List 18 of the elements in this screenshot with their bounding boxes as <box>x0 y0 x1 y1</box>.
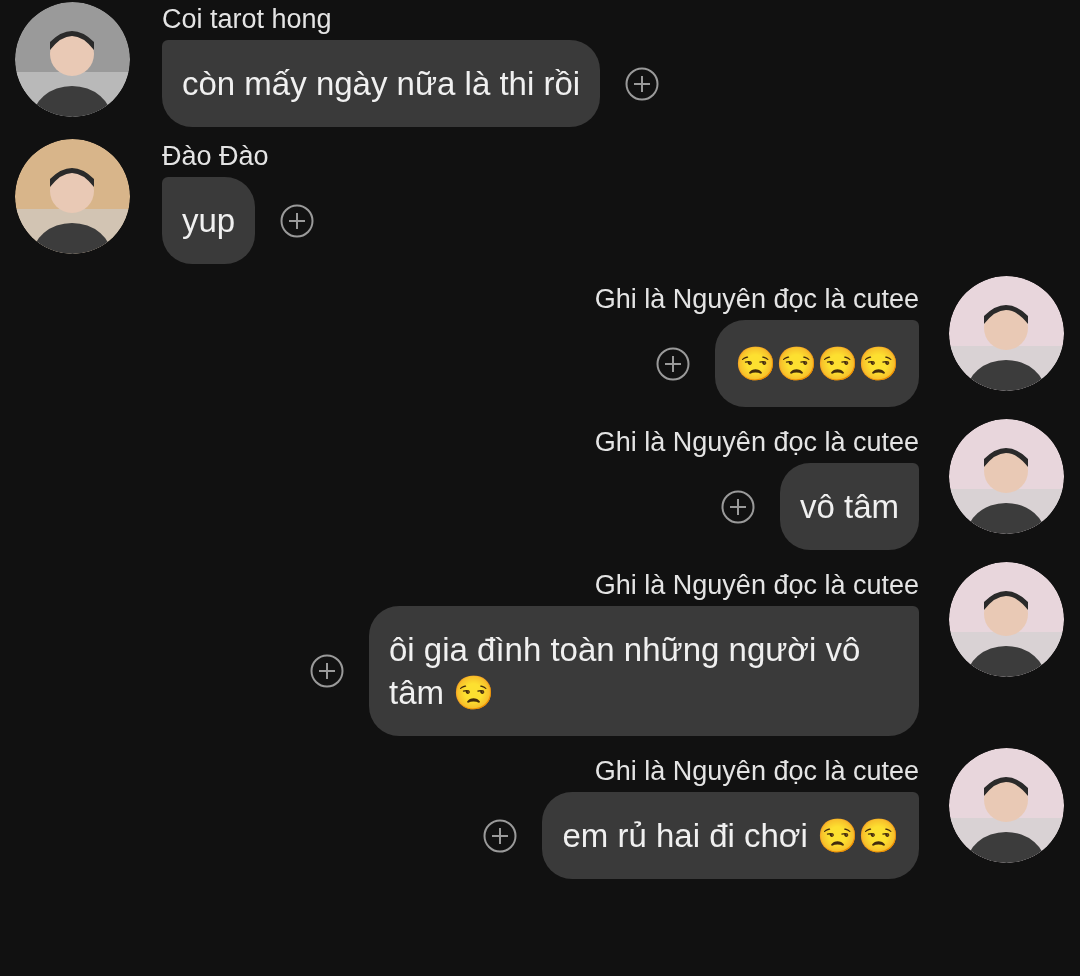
message-bubble: còn mấy ngày nữa là thi rồi <box>162 40 601 127</box>
sender-name: Đào Đào <box>162 140 269 173</box>
add-reaction-icon[interactable] <box>280 203 315 238</box>
message-bubble: em rủ hai đi chơi 😒😒 <box>542 792 919 879</box>
sender-name: Ghi là Nguyên đọc là cutee <box>594 755 919 788</box>
message-bubble: ôi gia đình toàn những người vô tâm 😒 <box>369 606 919 736</box>
add-reaction-icon[interactable] <box>625 66 660 101</box>
message-bubble: 😒😒😒😒 <box>715 320 919 407</box>
add-reaction-icon[interactable] <box>656 346 690 381</box>
sender-name: Ghi là Nguyên đọc là cutee <box>594 426 919 459</box>
add-reaction-icon[interactable] <box>483 818 518 853</box>
message-bubble: vô tâm <box>779 463 919 550</box>
sender-name: Ghi là Nguyên đọc là cutee <box>594 283 919 316</box>
sender-name: Ghi là Nguyên đọc là cutee <box>594 569 919 602</box>
add-reaction-icon[interactable] <box>310 654 344 688</box>
message-bubble: yup <box>162 177 256 264</box>
sender-name: Coi tarot hong <box>162 3 332 36</box>
add-reaction-icon[interactable] <box>720 489 755 524</box>
